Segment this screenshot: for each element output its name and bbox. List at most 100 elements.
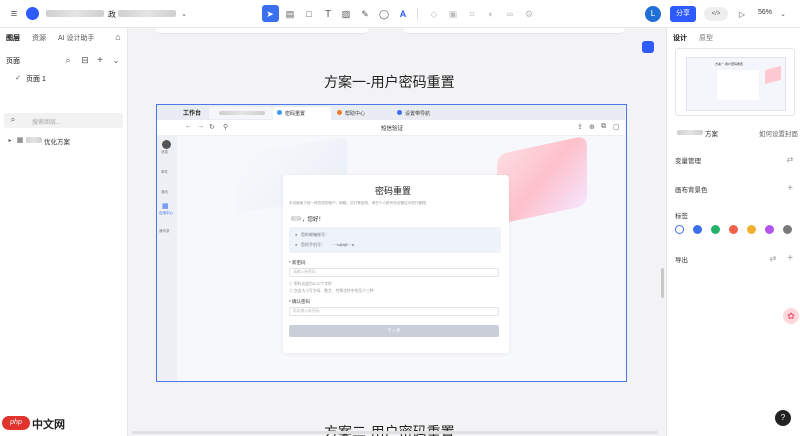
add-export-icon[interactable]: + [784, 252, 796, 264]
card-title: 密码重置 [375, 186, 412, 196]
horizontal-scrollbar[interactable] [132, 431, 658, 434]
tag-color-orange[interactable] [747, 225, 756, 234]
nav-title: 短信验证 [381, 126, 404, 132]
filter-icon[interactable]: ⊟ [79, 54, 91, 66]
link-icon[interactable]: ∞ [504, 8, 516, 20]
tab-layers[interactable]: 图层 [6, 33, 20, 43]
crop-icon[interactable]: ⌗ [466, 8, 478, 20]
file-name[interactable]: 政 [108, 9, 116, 20]
frame-above-right [404, 28, 624, 34]
page-item[interactable]: 页面 1 [26, 74, 46, 84]
export-settings-icon[interactable]: ⇄ [767, 252, 779, 264]
frame-tab-1[interactable] [209, 107, 273, 119]
side-avatar[interactable] [162, 140, 171, 149]
pen-icon[interactable]: ✎ [359, 8, 371, 20]
tag-color-green[interactable] [711, 225, 720, 234]
frame-icon[interactable]: ▤ [284, 8, 296, 20]
frame-tab-2-label: 密码重置 [285, 111, 306, 117]
comment-icon[interactable]: ◯ [378, 8, 390, 20]
frame-title-1[interactable]: 方案一-用户密码重置 [324, 72, 455, 92]
next-button[interactable]: 下一步 [289, 325, 499, 337]
info-phone-label: 您的手机号： [301, 242, 325, 247]
frame-tab-2[interactable]: 密码重置 [273, 107, 331, 120]
cover-thumbnail[interactable]: 方案一-用户密码重置 [675, 48, 795, 116]
info-phone-value: ···rq5i@···a [333, 242, 354, 247]
share-button[interactable]: 分享 [670, 6, 696, 22]
plugin-icon[interactable] [642, 41, 654, 53]
thumb-caption: 方案 [705, 131, 718, 138]
tag-color-gray[interactable] [783, 225, 792, 234]
share-icon[interactable]: ⇪ [577, 123, 583, 131]
image-icon[interactable]: ▨ [340, 8, 352, 20]
workbench-title: 工作台 [183, 111, 202, 117]
component-icon[interactable]: ◇ [428, 8, 440, 20]
variables-settings-icon[interactable]: ⇄ [784, 153, 796, 165]
layer-search[interactable] [4, 113, 123, 128]
tag-color-red[interactable] [729, 225, 738, 234]
frame-tab-4[interactable]: 设置带导航 [393, 107, 455, 119]
tag-color-purple[interactable] [765, 225, 774, 234]
tags-heading: 标签 [675, 213, 688, 220]
side-item-directory[interactable]: 通讯录 [159, 229, 170, 234]
tab-assets[interactable]: 资源 [32, 33, 46, 43]
ai-icon[interactable]: A [397, 8, 409, 20]
settings-icon[interactable]: ⚙ [523, 8, 535, 20]
layer-item[interactable]: 优化方案 [44, 136, 70, 146]
side-item-message[interactable]: 消息 [161, 150, 168, 155]
confirm-password-input[interactable]: 再次输入新密码 [289, 307, 499, 316]
tab-ai-assistant[interactable]: AI 设计助手 [58, 33, 95, 43]
side-app-icon[interactable]: ▦ [162, 202, 169, 210]
link-icon[interactable]: ⚲ [223, 123, 228, 131]
chevron-down-icon[interactable]: ⌄ [178, 8, 190, 20]
vertical-scrollbar[interactable] [661, 268, 664, 298]
rectangle-icon[interactable]: □ [303, 8, 315, 20]
help-button[interactable]: ? [775, 410, 791, 426]
tab-design[interactable]: 设计 [673, 33, 687, 43]
frame-tab-3[interactable]: 帮助中心 [333, 107, 389, 119]
search-pages-icon[interactable]: ⌕ [62, 54, 74, 66]
tag-color-white[interactable] [675, 225, 684, 234]
union-icon[interactable]: ▣ [447, 8, 459, 20]
properties-panel: 设计 原型 方案一-用户密码重置 方案 如何设置封面 变量管理 ⇄ 画布背景色 … [666, 28, 800, 436]
canvas-bg-heading[interactable]: 画布背景色 [675, 184, 708, 194]
export-heading[interactable]: 导出 [675, 254, 688, 264]
text-icon[interactable]: T [322, 8, 334, 20]
variables-heading[interactable]: 变量管理 [675, 155, 701, 165]
layer-search-placeholder: 搜索图层... [32, 120, 62, 126]
zoom-chevron-icon[interactable]: ⌄ [777, 8, 789, 20]
side-item-contact[interactable]: 通讯 [161, 190, 168, 195]
mask-icon[interactable]: ◐ [485, 8, 497, 20]
side-item-mail[interactable]: 邮件 [161, 170, 168, 175]
chevron-down-icon[interactable]: ⌄ [110, 54, 122, 66]
set-cover-link[interactable]: 如何设置封面 [759, 128, 798, 138]
app-logo[interactable] [26, 7, 39, 20]
window-icon[interactable]: ▢ [613, 123, 620, 131]
design-frame[interactable]: 工作台 密码重置 帮助中心 设置带导航 ← → ↻ ⚲ 短信验证 ⇪ ⊕ ⧉ ▢… [156, 104, 627, 382]
nav-back-icon[interactable]: ← [185, 123, 192, 130]
refresh-icon[interactable]: ↻ [209, 123, 215, 131]
collapse-panel-icon[interactable]: ⌂ [112, 31, 124, 43]
add-page-icon[interactable]: + [94, 54, 106, 66]
box-icon[interactable]: ⧉ [601, 123, 606, 131]
play-icon[interactable]: ▷ [736, 8, 748, 20]
new-password-label: * 新密码 [289, 260, 306, 265]
pages-heading: 页面 [6, 58, 20, 65]
new-password-input[interactable]: 请输入新密码 [289, 268, 499, 277]
code-toggle[interactable]: </> [704, 7, 728, 21]
frame-tab-3-label: 帮助中心 [345, 111, 366, 117]
pinwheel-icon[interactable]: ✿ [783, 308, 799, 324]
tag-color-blue[interactable] [693, 225, 702, 234]
user-avatar[interactable]: L [645, 6, 661, 22]
greeting: ，您好！ [302, 217, 325, 223]
zoom-level[interactable]: 56% [758, 9, 772, 16]
side-item-apps[interactable]: 应用中心 [159, 211, 173, 216]
compass-icon[interactable]: ⊕ [589, 123, 595, 131]
add-bg-icon[interactable]: + [784, 182, 796, 194]
new-password-placeholder: 请输入新密码 [293, 270, 316, 274]
menu-icon[interactable]: ≡ [8, 8, 20, 20]
design-canvas[interactable]: 方案一-用户密码重置 工作台 密码重置 帮助中心 设置带导航 ← → ↻ ⚲ 短… [128, 28, 666, 436]
frame-navbar: ← → ↻ ⚲ 短信验证 ⇪ ⊕ ⧉ ▢ [157, 120, 625, 136]
tab-prototype[interactable]: 原型 [699, 33, 713, 43]
nav-forward-icon[interactable]: → [197, 123, 204, 130]
frame-above-left [156, 28, 368, 34]
